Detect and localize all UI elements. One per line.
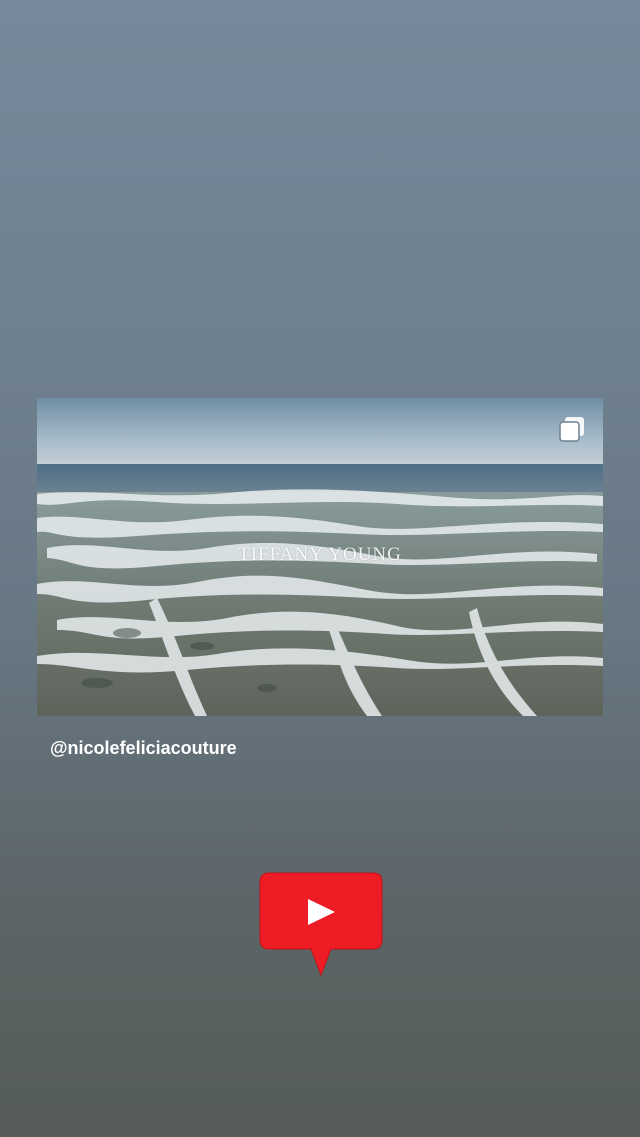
youtube-play-icon[interactable] bbox=[259, 872, 383, 976]
video-overlay-title: TIFFANY YOUNG bbox=[238, 544, 402, 565]
shared-post-card[interactable]: TIFFANY YOUNG bbox=[37, 398, 603, 716]
story-screen: { "post": { "overlay_title": "TIFFANY YO… bbox=[0, 0, 640, 1137]
mention-handle[interactable]: @nicolefeliciacouture bbox=[50, 738, 237, 759]
multiple-images-icon bbox=[559, 417, 584, 442]
